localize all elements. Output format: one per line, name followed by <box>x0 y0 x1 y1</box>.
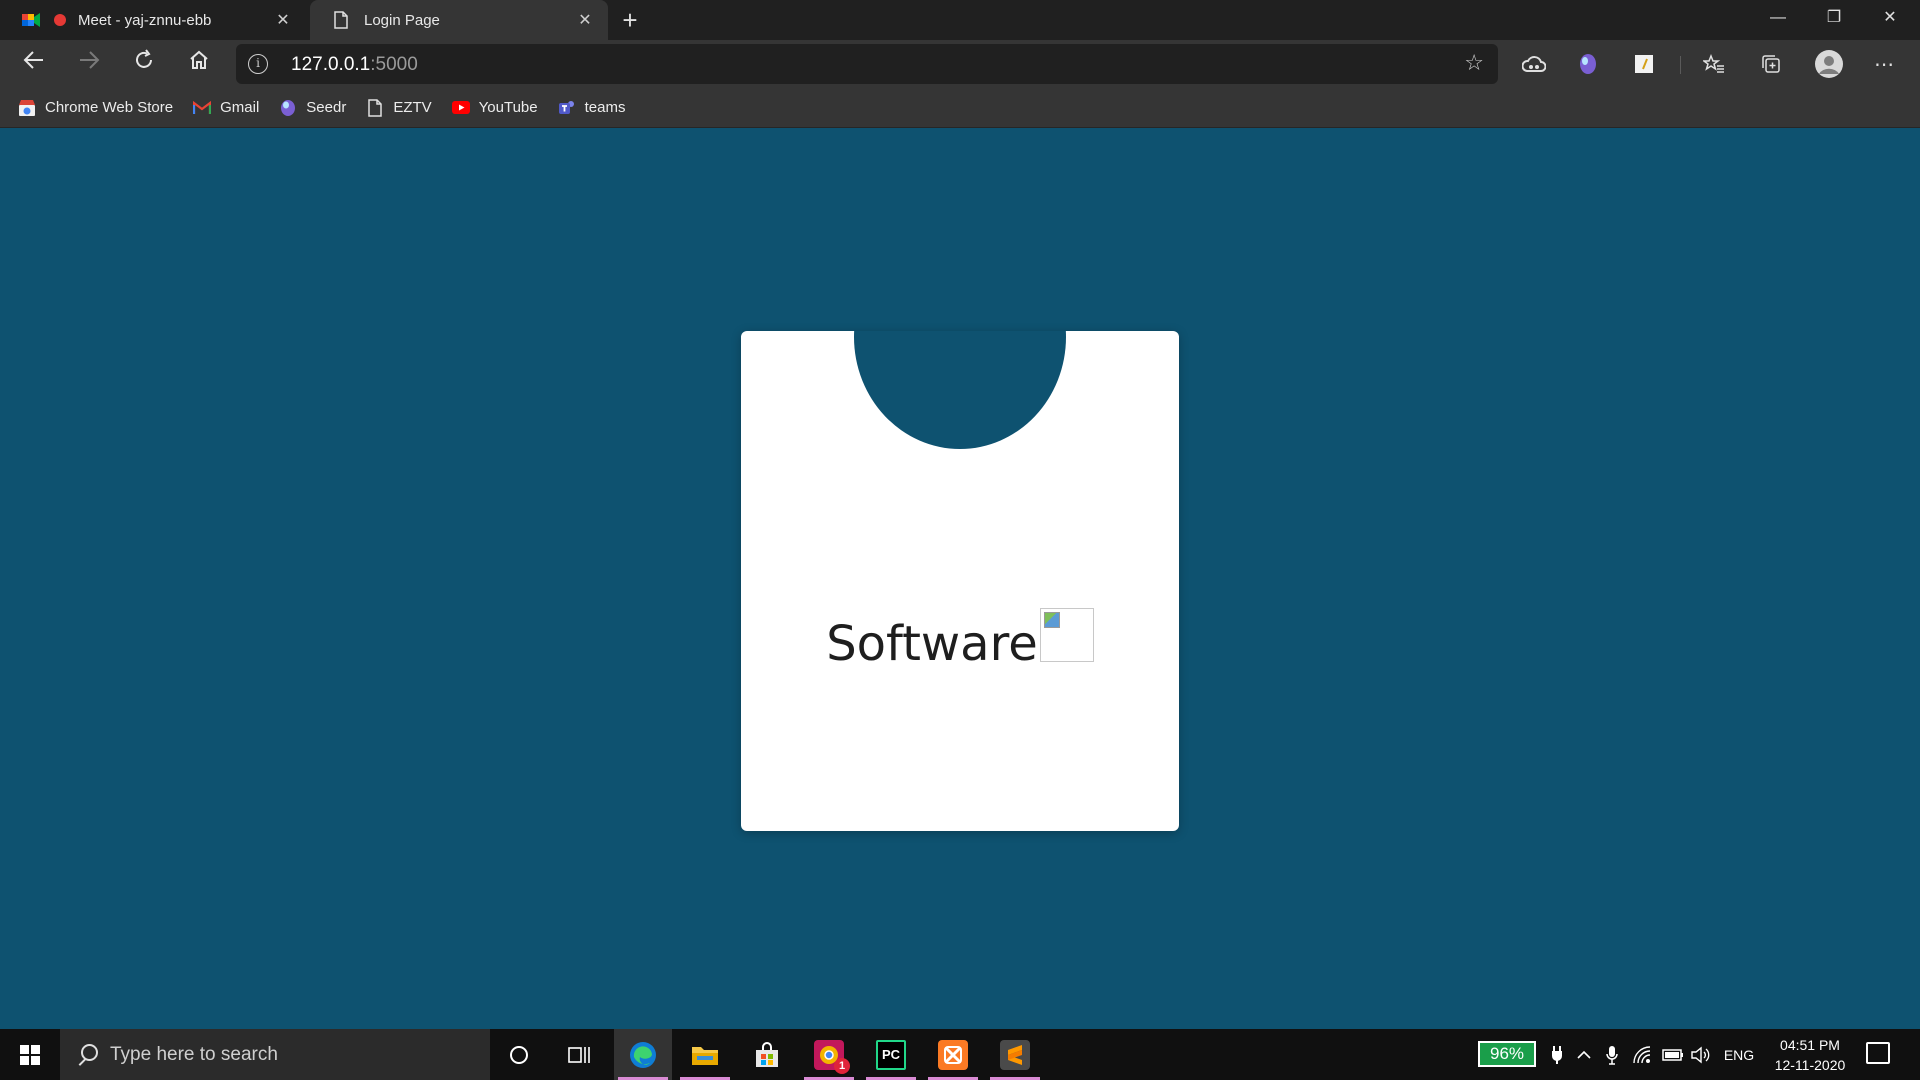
chrome-canary-icon: 1 <box>814 1039 850 1074</box>
taskbar-file-explorer[interactable] <box>676 1029 734 1080</box>
close-tab-icon[interactable]: ✕ <box>570 10 600 30</box>
restore-button[interactable]: ❐ <box>1806 0 1862 36</box>
taskbar-xampp[interactable] <box>924 1029 982 1080</box>
taskbar-search-box[interactable]: Type here to search <box>60 1029 490 1080</box>
brand-title: Software <box>826 616 1038 672</box>
extension-cloud-icon[interactable] <box>1522 52 1546 76</box>
task-view-button[interactable] <box>550 1029 608 1080</box>
recording-indicator-icon <box>54 14 66 26</box>
bookmark-label: Gmail <box>220 99 260 116</box>
clock-date: 12-11-2020 <box>1774 1057 1846 1073</box>
search-placeholder: Type here to search <box>110 1043 278 1065</box>
page-viewport: Software <box>0 128 1920 1029</box>
brand-row: Software <box>741 608 1179 668</box>
address-bar[interactable]: i 127.0.0.1:5000 ☆ <box>236 44 1498 84</box>
clock-time: 04:51 PM <box>1780 1037 1840 1053</box>
xampp-icon <box>938 1039 968 1070</box>
cortana-button[interactable] <box>490 1029 548 1080</box>
site-info-icon[interactable]: i <box>248 54 268 74</box>
url-host: 127.0.0.1 <box>291 54 371 75</box>
taskbar-edge[interactable] <box>614 1029 672 1080</box>
microphone-icon[interactable] <box>1600 1029 1624 1080</box>
tab-title: Meet - yaj-znnu-ebb <box>78 11 212 29</box>
sublime-text-icon <box>1000 1039 1030 1070</box>
forward-button[interactable] <box>73 48 105 80</box>
toolbar-divider <box>1680 56 1681 74</box>
bookmark-seedr[interactable]: Seedr <box>279 99 346 117</box>
favorite-star-icon[interactable]: ☆ <box>1464 50 1484 76</box>
extension-orb-icon[interactable] <box>1576 52 1600 76</box>
google-meet-icon <box>22 11 40 29</box>
chrome-web-store-icon <box>18 99 36 117</box>
taskbar-sublime[interactable] <box>986 1029 1044 1080</box>
tab-login-page[interactable]: Login Page ✕ <box>310 0 608 40</box>
language-indicator[interactable]: ENG <box>1720 1029 1758 1080</box>
bookmark-label: EZTV <box>393 99 432 116</box>
chevron-up-icon[interactable] <box>1572 1029 1596 1080</box>
collections-icon[interactable] <box>1759 52 1783 76</box>
profile-avatar-icon[interactable] <box>1814 49 1844 79</box>
edge-icon <box>628 1040 658 1070</box>
bookmark-label: teams <box>584 99 626 116</box>
wifi-icon[interactable] <box>1630 1029 1656 1080</box>
page-icon <box>366 98 384 117</box>
teams-icon <box>558 99 576 117</box>
navigation-bar: i 127.0.0.1:5000 ☆ ⋯ <box>0 40 1920 88</box>
windows-logo-icon <box>20 1044 40 1065</box>
notification-badge: 1 <box>834 1057 850 1074</box>
bookmark-label: YouTube <box>478 99 538 116</box>
close-tab-icon[interactable]: ✕ <box>268 10 298 30</box>
taskbar-chrome-canary[interactable]: 1 <box>800 1029 858 1080</box>
page-icon <box>332 11 350 29</box>
volume-icon[interactable] <box>1688 1029 1714 1080</box>
new-tab-button[interactable]: + <box>614 4 646 36</box>
tab-meet[interactable]: Meet - yaj-znnu-ebb ✕ <box>0 0 306 40</box>
bookmark-teams[interactable]: teams <box>558 99 626 117</box>
home-button[interactable] <box>183 48 215 80</box>
taskbar-store[interactable] <box>738 1029 796 1080</box>
bookmark-eztv[interactable]: EZTV <box>366 98 432 117</box>
action-center-icon[interactable] <box>1866 1042 1890 1064</box>
seedr-icon <box>279 99 297 117</box>
search-icon <box>76 1043 98 1066</box>
broken-image-icon <box>1039 608 1094 662</box>
bookmark-youtube[interactable]: YouTube <box>451 99 538 117</box>
tab-strip: Meet - yaj-znnu-ebb ✕ Login Page ✕ + — ❐… <box>0 0 1920 40</box>
battery-icon[interactable] <box>1660 1029 1686 1080</box>
favorites-icon[interactable] <box>1702 52 1726 76</box>
back-button[interactable] <box>18 48 50 80</box>
folder-icon <box>690 1040 720 1070</box>
avatar-circle <box>854 331 1066 449</box>
bookmark-gmail[interactable]: Gmail <box>193 99 259 117</box>
pycharm-icon: PC <box>876 1039 906 1070</box>
youtube-icon <box>451 99 470 117</box>
gmail-icon <box>193 99 212 117</box>
taskbar: Type here to search 1 PC 96% ENG 04:51 P… <box>0 1029 1920 1080</box>
bookmark-label: Seedr <box>306 99 347 116</box>
extension-square-icon[interactable] <box>1632 52 1656 76</box>
minimize-button[interactable]: — <box>1750 0 1806 36</box>
more-options-icon[interactable]: ⋯ <box>1872 52 1896 76</box>
battery-percentage[interactable]: 96% <box>1478 1041 1537 1067</box>
bookmark-label: Chrome Web Store <box>45 99 174 116</box>
power-plug-icon[interactable] <box>1545 1029 1569 1080</box>
bookmarks-bar: Chrome Web Store Gmail Seedr EZTV YouTub… <box>0 88 1920 128</box>
bookmark-chrome-web-store[interactable]: Chrome Web Store <box>18 99 173 117</box>
start-button[interactable] <box>0 1029 60 1080</box>
close-window-button[interactable]: ✕ <box>1862 0 1918 36</box>
clock[interactable]: 04:51 PM 12-11-2020 <box>1762 1035 1858 1075</box>
url-text[interactable]: 127.0.0.1:5000 <box>291 54 418 76</box>
tab-title: Login Page <box>364 11 440 29</box>
store-bag-icon <box>752 1040 782 1070</box>
taskbar-pycharm[interactable]: PC <box>862 1029 920 1080</box>
refresh-button[interactable] <box>128 48 160 80</box>
login-card: Software <box>741 331 1179 831</box>
url-port: :5000 <box>370 54 418 75</box>
